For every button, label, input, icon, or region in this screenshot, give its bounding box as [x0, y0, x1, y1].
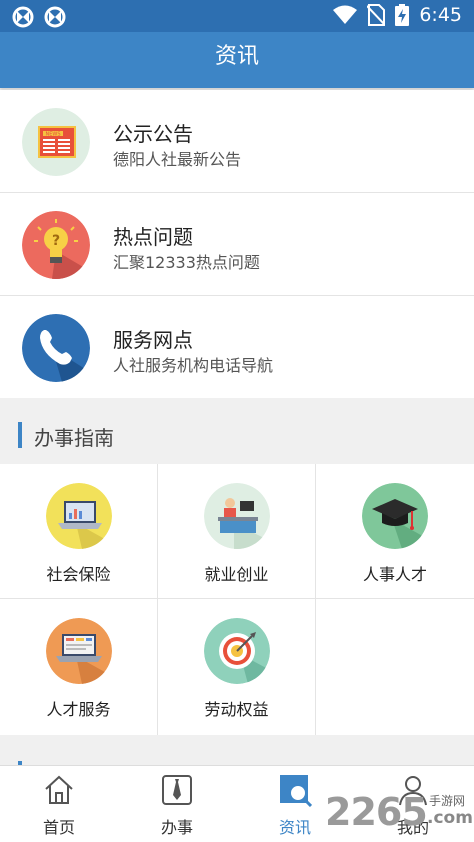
watermark-number: 2265 — [325, 790, 428, 834]
news-item-title: 公示公告 — [113, 122, 193, 146]
newspaper-icon: NEWS — [22, 108, 90, 176]
guide-item-labor-rights[interactable]: 劳动权益 — [158, 599, 316, 735]
tab-home[interactable]: 首页 — [0, 766, 118, 842]
section-title: 办事指南 — [34, 426, 114, 450]
news-item-title: 服务网点 — [113, 328, 193, 352]
phone-icon — [22, 314, 90, 382]
guide-grid-empty-cell — [316, 599, 474, 735]
guide-item-label: 就业创业 — [204, 565, 269, 584]
guide-item-label: 社会保险 — [46, 565, 111, 584]
news-item-announcements[interactable]: NEWS 公示公告 德阳人社最新公告 — [0, 90, 474, 193]
guide-item-social-insurance[interactable]: 社会保险 — [0, 464, 158, 599]
sync-icon — [12, 6, 34, 28]
home-icon — [45, 775, 73, 804]
guide-item-label: 劳动权益 — [204, 700, 269, 719]
watermark-domain: .com — [427, 808, 473, 828]
guide-section-header: 办事指南 — [0, 398, 474, 464]
page-title: 资讯 — [0, 32, 474, 88]
graduation-cap-icon — [362, 483, 428, 549]
wifi-icon — [333, 5, 358, 24]
tab-label: 办事 — [160, 818, 193, 837]
guide-item-talent-services[interactable]: 人才服务 — [0, 599, 158, 735]
guide-item-label: 人事人才 — [362, 565, 427, 584]
news-item-service-points[interactable]: 服务网点 人社服务机构电话导航 — [0, 296, 474, 399]
clock: 6:45 — [419, 4, 462, 26]
guide-grid: 社会保险 就业创业 人事人才 人才服务 劳动权益 — [0, 464, 474, 735]
laptop-icon — [46, 618, 112, 684]
sync-icon — [44, 6, 66, 28]
tab-services[interactable]: 办事 — [118, 766, 236, 842]
tie-icon — [162, 775, 192, 805]
news-item-subtitle: 德阳人社最新公告 — [113, 150, 242, 169]
svg-text:?: ? — [52, 233, 60, 249]
news-item-hot-questions[interactable]: ? 热点问题 汇聚12333热点问题 — [0, 193, 474, 296]
news-list: NEWS 公示公告 德阳人社最新公告 ? 热点问题 汇聚12333热点问题 服务… — [0, 90, 474, 399]
guide-item-employment[interactable]: 就业创业 — [158, 464, 316, 599]
tab-label: 首页 — [42, 818, 75, 837]
section-accent — [18, 422, 22, 448]
news-item-subtitle: 汇聚12333热点问题 — [113, 253, 260, 272]
notification-icons — [12, 6, 66, 28]
office-worker-icon — [204, 483, 270, 549]
watermark-text: 手游网 — [429, 794, 466, 808]
guide-item-personnel[interactable]: 人事人才 — [316, 464, 474, 599]
site-watermark: 2265 手游网 .com — [325, 790, 474, 840]
status-bar: 6:45 — [0, 0, 474, 32]
lightbulb-icon: ? — [22, 211, 90, 279]
news-item-title: 热点问题 — [113, 225, 193, 249]
battery-charging-icon — [395, 4, 410, 26]
next-section-header — [0, 735, 474, 765]
guide-item-label: 人才服务 — [46, 700, 111, 719]
target-icon — [204, 618, 270, 684]
news-badge: NEWS — [45, 132, 60, 138]
laptop-chart-icon — [46, 483, 112, 549]
no-sim-icon — [367, 4, 386, 26]
search-news-icon — [280, 775, 312, 807]
news-item-subtitle: 人社服务机构电话导航 — [113, 356, 274, 375]
